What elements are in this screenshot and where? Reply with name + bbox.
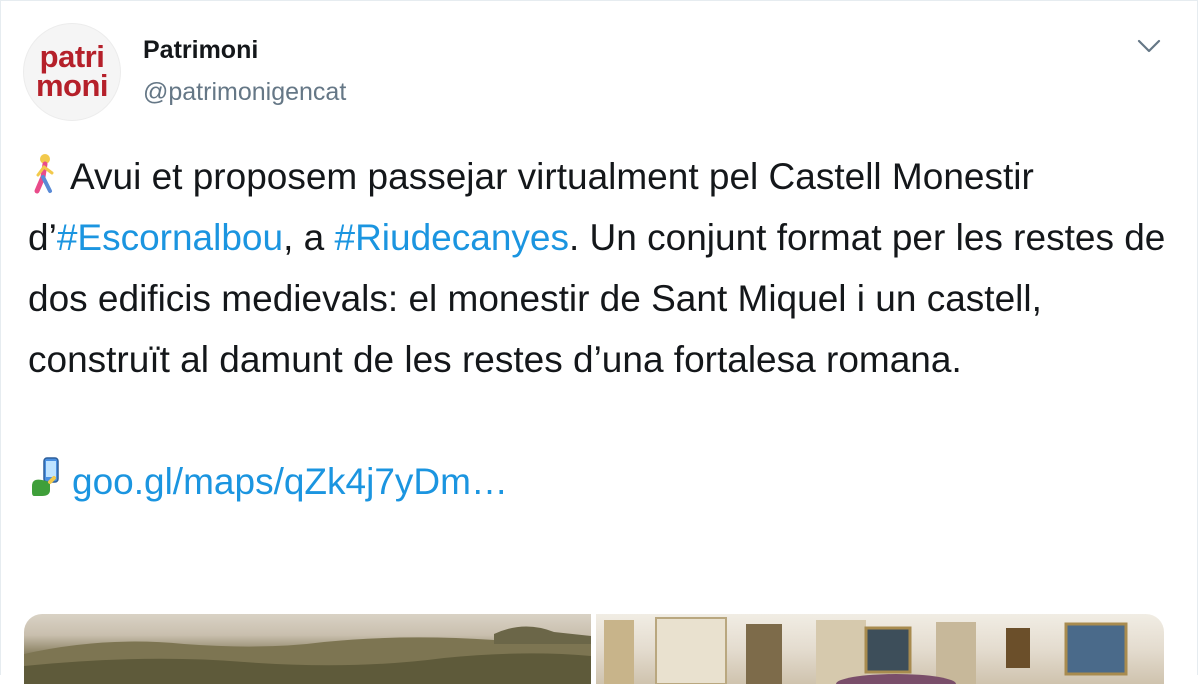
castle-interior-photo[interactable]: [596, 614, 1164, 684]
tweet-text: Avui et proposem passejar virtualment pe…: [28, 146, 1178, 512]
author-handle[interactable]: @patrimonigencat: [143, 78, 346, 107]
hashtag-riudecanyes[interactable]: #Riudecanyes: [335, 217, 569, 258]
pointing-phone-emoji: [32, 457, 59, 496]
avatar[interactable]: patri moni: [23, 23, 121, 121]
author-name[interactable]: Patrimoni: [143, 36, 258, 65]
maps-link[interactable]: goo.gl/maps/qZk4j7yDm…: [72, 461, 508, 502]
chevron-down-icon[interactable]: [1134, 34, 1164, 58]
hashtag-escornalbou[interactable]: #Escornalbou: [57, 217, 283, 258]
castle-landscape-photo[interactable]: [24, 614, 591, 684]
walking-person-emoji: [34, 154, 54, 194]
media-gallery: [24, 614, 1164, 684]
avatar-text-line2: moni: [35, 68, 109, 103]
tweet-text-part2: , a: [283, 217, 335, 258]
